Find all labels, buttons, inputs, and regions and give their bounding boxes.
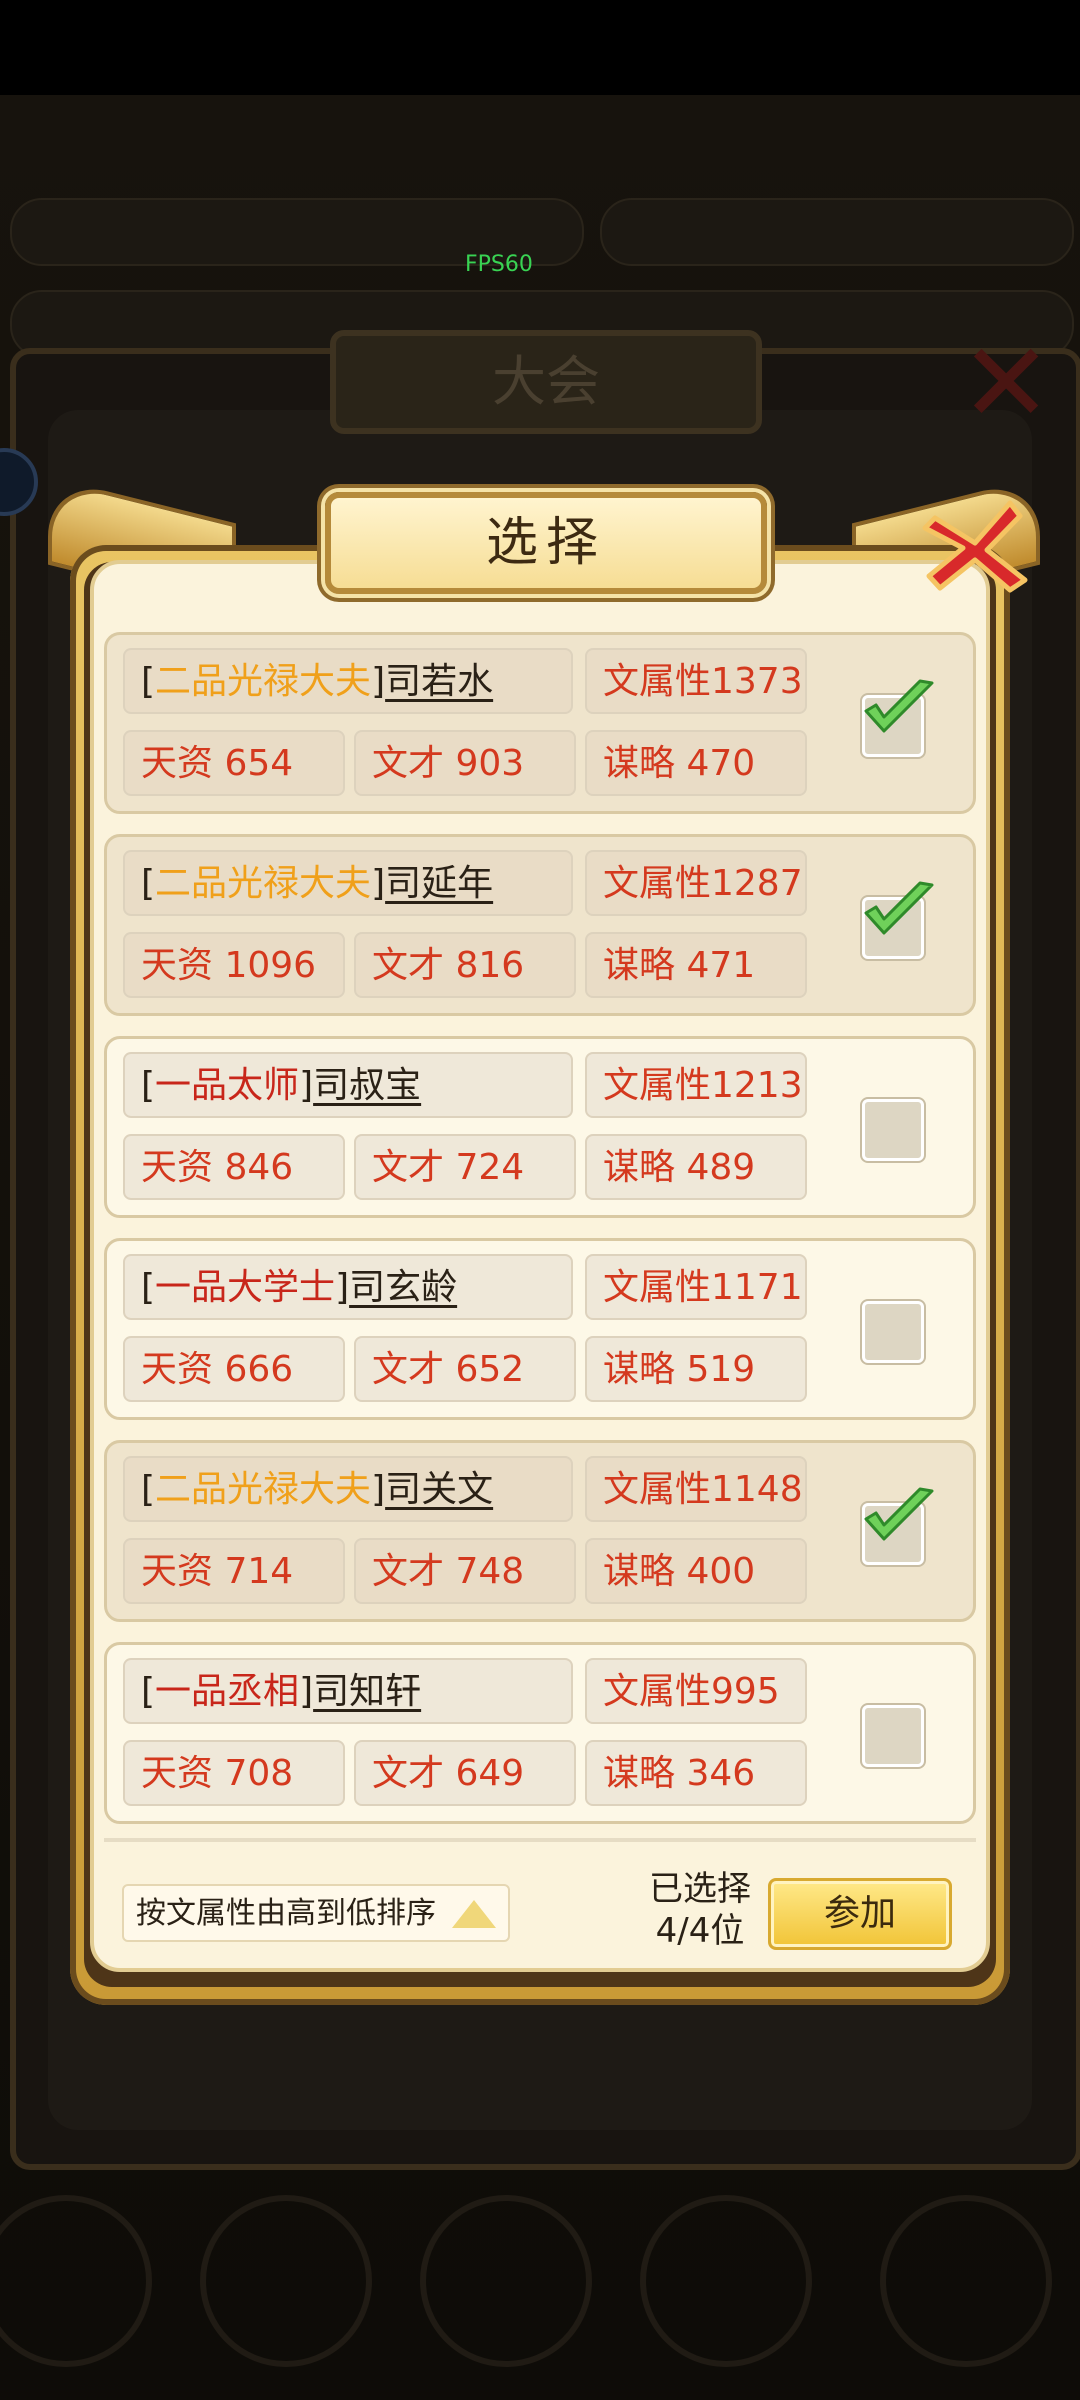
bg-nav-icon [640, 2195, 812, 2367]
candidate-card[interactable]: [二品光禄大夫]司关文 文属性1148 天资 714 文才 748 谋略 400 [104, 1440, 976, 1622]
candidate-name[interactable]: 司叔宝 [313, 1065, 421, 1106]
candidate-card[interactable]: [二品光禄大夫]司延年 文属性1287 天资 1096 文才 816 谋略 47… [104, 834, 976, 1016]
checkmark-icon [864, 679, 934, 733]
candidate-attr: 文属性1373 [585, 648, 807, 714]
bg-nav-icon [880, 2195, 1052, 2367]
candidate-moulue: 谋略 489 [585, 1134, 807, 1200]
candidate-checkbox[interactable] [862, 1487, 934, 1565]
candidate-name[interactable]: 司关文 [385, 1469, 493, 1510]
selected-label: 已选择 [649, 1869, 751, 1909]
candidate-checkbox[interactable] [862, 679, 934, 757]
candidate-name[interactable]: 司知轩 [313, 1671, 421, 1712]
candidate-name-cell[interactable]: [一品大学士]司玄龄 [123, 1254, 573, 1320]
candidate-rank: 一品大学士 [155, 1267, 336, 1308]
selected-value: 4/4位 [655, 1911, 745, 1951]
sort-label: 按文属性由高到低排序 [136, 1896, 436, 1931]
bg-nav-icon [200, 2195, 372, 2367]
candidate-tianzi: 天资 708 [123, 1740, 345, 1806]
candidate-tianzi: 天资 1096 [123, 932, 345, 998]
checkmark-icon [864, 881, 934, 935]
candidate-attr: 文属性1213 [585, 1052, 807, 1118]
bg-resource-bar [600, 198, 1074, 266]
candidate-card[interactable]: [二品光禄大夫]司若水 文属性1373 天资 654 文才 903 谋略 470 [104, 632, 976, 814]
candidate-tianzi: 天资 666 [123, 1336, 345, 1402]
candidate-attr: 文属性1148 [585, 1456, 807, 1522]
selected-count: 已选择 4/4位 [630, 1868, 770, 1952]
checkbox-box [862, 1705, 924, 1767]
candidate-attr: 文属性1287 [585, 850, 807, 916]
candidate-wencai: 文才 724 [354, 1134, 576, 1200]
candidate-wencai: 文才 903 [354, 730, 576, 796]
candidate-rank: 一品太师 [155, 1065, 300, 1106]
candidate-wencai: 文才 649 [354, 1740, 576, 1806]
status-bar [0, 0, 1080, 95]
candidate-checkbox[interactable] [862, 1705, 924, 1767]
fps-counter: FPS60 [465, 252, 533, 277]
candidate-tianzi: 天资 714 [123, 1538, 345, 1604]
dialog-title: 选择 [485, 513, 606, 573]
candidate-wencai: 文才 652 [354, 1336, 576, 1402]
candidate-name-cell[interactable]: [二品光禄大夫]司若水 [123, 648, 573, 714]
checkbox-box [862, 1099, 924, 1161]
candidate-name-cell[interactable]: [一品太师]司叔宝 [123, 1052, 573, 1118]
candidate-moulue: 谋略 346 [585, 1740, 807, 1806]
candidate-name[interactable]: 司若水 [385, 661, 493, 702]
join-button[interactable]: 参加 [768, 1878, 952, 1950]
candidate-name-cell[interactable]: [二品光禄大夫]司延年 [123, 850, 573, 916]
candidate-rank: 一品丞相 [155, 1671, 300, 1712]
triangle-up-icon [452, 1900, 496, 1928]
bg-nav-icon [420, 2195, 592, 2367]
candidate-card[interactable]: [一品大学士]司玄龄 文属性1171 天资 666 文才 652 谋略 519 [104, 1238, 976, 1420]
candidate-tianzi: 天资 654 [123, 730, 345, 796]
bg-close-icon: ✕ [960, 319, 1053, 447]
candidate-checkbox[interactable] [862, 1301, 924, 1363]
close-button[interactable] [915, 488, 1035, 598]
dialog-title-plate: 选择 [325, 492, 767, 594]
candidate-name[interactable]: 司延年 [385, 863, 493, 904]
candidate-list[interactable]: [二品光禄大夫]司若水 文属性1373 天资 654 文才 903 谋略 470… [104, 632, 976, 1842]
checkmark-icon [864, 1487, 934, 1541]
candidate-name-cell[interactable]: [二品光禄大夫]司关文 [123, 1456, 573, 1522]
candidate-rank: 二品光禄大夫 [155, 1469, 372, 1510]
close-icon [922, 500, 1028, 593]
candidate-attr: 文属性1171 [585, 1254, 807, 1320]
candidate-wencai: 文才 816 [354, 932, 576, 998]
candidate-checkbox[interactable] [862, 1099, 924, 1161]
candidate-checkbox[interactable] [862, 881, 934, 959]
checkbox-box [862, 1301, 924, 1363]
candidate-wencai: 文才 748 [354, 1538, 576, 1604]
list-footer-divider [104, 1838, 976, 1842]
candidate-name-cell[interactable]: [一品丞相]司知轩 [123, 1658, 573, 1724]
candidate-moulue: 谋略 471 [585, 932, 807, 998]
candidate-tianzi: 天资 846 [123, 1134, 345, 1200]
candidate-moulue: 谋略 470 [585, 730, 807, 796]
candidate-card[interactable]: [一品丞相]司知轩 文属性995 天资 708 文才 649 谋略 346 [104, 1642, 976, 1824]
candidate-name[interactable]: 司玄龄 [349, 1267, 457, 1308]
candidate-card[interactable]: [一品太师]司叔宝 文属性1213 天资 846 文才 724 谋略 489 [104, 1036, 976, 1218]
candidate-attr: 文属性995 [585, 1658, 807, 1724]
candidate-moulue: 谋略 400 [585, 1538, 807, 1604]
candidate-rank: 二品光禄大夫 [155, 661, 372, 702]
bg-panel-title: 大会 [330, 330, 762, 434]
sort-button[interactable]: 按文属性由高到低排序 [122, 1884, 510, 1942]
candidate-rank: 二品光禄大夫 [155, 863, 372, 904]
candidate-moulue: 谋略 519 [585, 1336, 807, 1402]
